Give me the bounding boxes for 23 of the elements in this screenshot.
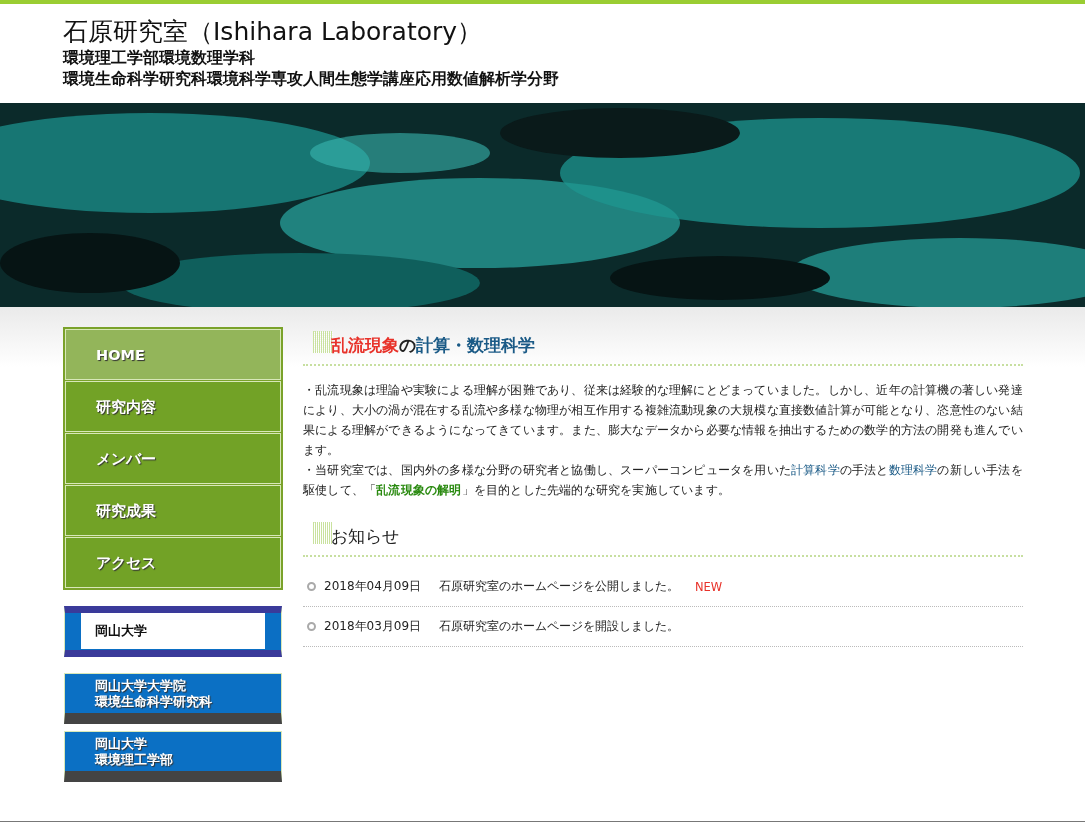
university-banner-link[interactable]: 岡山大学 環境理工学部	[64, 731, 282, 782]
text-link[interactable]: 数理科学	[888, 463, 938, 477]
news-date: 2018年03月09日	[324, 618, 423, 635]
bullet-icon	[307, 582, 316, 591]
department-name: 環境生命科学研究科環境科学専攻人間生態学講座応用数値解析学分野	[63, 69, 560, 90]
bullet-icon	[307, 622, 316, 631]
university-banner-link[interactable]: 岡山大学大学院 環境生命科学研究科	[64, 673, 282, 724]
paragraph: ・当研究室では、国内外の多様な分野の研究者と協働し、スーパーコンピュータを用いた計算科学の手法と 数理科学の新しい手法を駆使して、「乱流現象の解明」を目的とした先端的な研究を実施しています。	[303, 462, 1023, 499]
department-name: 環境理工学部環境数理学科	[63, 48, 256, 69]
nav-item[interactable]: メンバー	[65, 433, 281, 484]
site-title: 石原研究室（Ishihara Laboratory）	[63, 16, 484, 48]
nav-item[interactable]: アクセス	[65, 537, 281, 588]
news-text: 石原研究室のホームページを公開しました。	[439, 578, 679, 595]
university-banner-link[interactable]: 岡山大学	[64, 606, 282, 657]
news-date: 2018年04月09日	[324, 578, 423, 595]
nav-item[interactable]: 研究内容	[65, 381, 281, 432]
nav-item[interactable]: 研究成果	[65, 485, 281, 536]
text-link[interactable]: 乱流現象の解明	[376, 483, 462, 497]
text-link[interactable]: 計算科学	[791, 463, 840, 477]
news-text: 石原研究室のホームページを開設しました。	[439, 618, 679, 635]
new-label: NEW	[695, 579, 723, 594]
nav-item[interactable]: HOME	[65, 329, 281, 380]
paragraph: ・乱流現象は理論や実験による理解が困難であり、従来は経験的な理解にとどまっていました。しかし、近年の計算機の著しい発達により、大小の渦が混在する乱流や多様な物理が相互作用する複雑流動現象の大規模な直接数値計算が可能となり、恣意性のない結果による理解ができるようになってきています。また、膨大なデータから必要な情報を抽出するための数学的方法の開発も進んでいます。	[303, 382, 1023, 459]
